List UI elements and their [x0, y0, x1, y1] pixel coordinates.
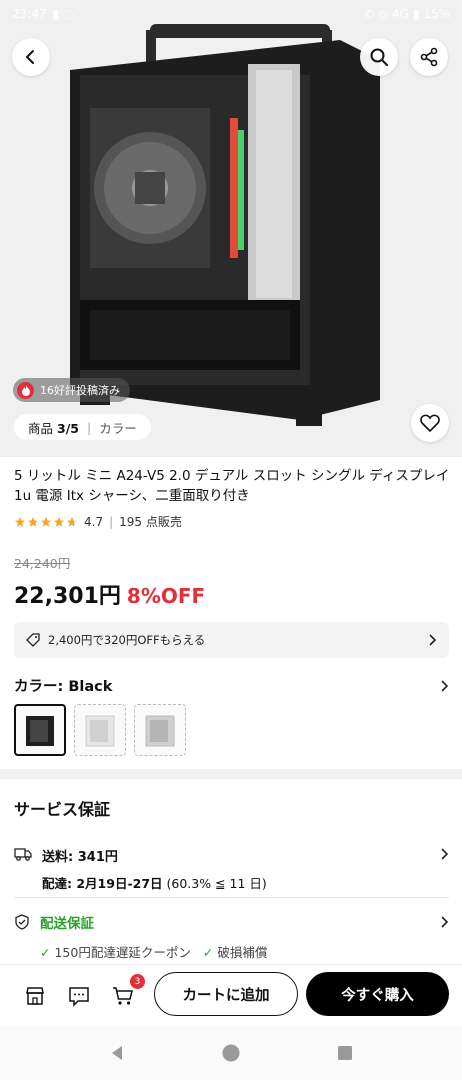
search-icon	[370, 48, 388, 66]
star-icon	[41, 516, 51, 527]
share-button[interactable]	[410, 38, 448, 76]
star-icon	[67, 516, 77, 527]
reviews-badge[interactable]: 16好評投稿済み	[13, 378, 130, 402]
guarantee-items: ✓ 150円配達遅延クーポン ✓ 破損補償	[40, 942, 267, 961]
swatch-white[interactable]	[74, 704, 126, 756]
truck-icon	[14, 848, 32, 861]
star-icon	[15, 516, 25, 527]
image-counter-pill[interactable]: 商品 3/5 | カラー	[14, 414, 151, 440]
color-tab[interactable]: カラー	[99, 418, 137, 437]
coupon-text: 2,400円で320円OFFもらえる	[48, 633, 206, 647]
current-price: 22,301円	[14, 584, 121, 609]
rating-value: 4.7	[84, 514, 104, 529]
case-black-thumbnail	[26, 716, 54, 746]
chevron-right-icon	[441, 848, 449, 860]
status-indicators-right: ✆ ◎ 4G ▮ 15%	[364, 7, 450, 21]
chat-button[interactable]	[66, 983, 92, 1009]
chevron-left-icon	[25, 50, 34, 64]
swatch-black[interactable]	[14, 704, 66, 756]
guarantee-item: ✓ 破損補償	[203, 942, 268, 961]
cart-count-badge: 3	[130, 974, 145, 989]
image-counter: 商品 3/5	[28, 418, 79, 437]
search-button[interactable]	[360, 38, 398, 76]
color-label: カラー: Black	[14, 679, 113, 695]
store-icon	[26, 987, 44, 1005]
counter-value: 3/5	[57, 420, 79, 436]
cart-icon	[113, 987, 133, 1005]
discount-badge: 8%OFF	[126, 584, 206, 608]
nav-recents-icon[interactable]	[336, 1044, 354, 1062]
check-icon: ✓	[202, 945, 214, 960]
store-button[interactable]	[22, 983, 48, 1009]
service-section-title: サービス保証	[14, 800, 111, 819]
shipping-row[interactable]: 送料: 341円 配達: 2月19日-27日 (60.3% ≦ 11 日)	[14, 846, 449, 892]
star-rating	[14, 516, 78, 528]
product-image-gallery[interactable]: 16好評投稿済み 商品 3/5 | カラー	[0, 0, 462, 457]
shield-check-icon	[15, 914, 29, 930]
delivery-label: 配達:	[42, 876, 77, 891]
coupon-bar[interactable]: 2,400円で320円OFFもらえる	[14, 622, 449, 658]
fire-icon	[17, 381, 34, 399]
rating-row[interactable]: 4.7 | 195 点販売	[14, 513, 182, 530]
add-to-cart-button[interactable]: カートに追加	[154, 972, 298, 1016]
counter-label: 商品	[28, 420, 54, 436]
swatch-silver[interactable]	[134, 704, 186, 756]
color-selector-header[interactable]: カラー: Black	[14, 675, 449, 696]
chat-icon	[69, 987, 89, 1007]
shipping-fee: 送料: 341円	[42, 850, 118, 865]
nav-back-icon[interactable]	[108, 1044, 126, 1062]
star-icon	[54, 516, 64, 527]
guarantee-item-label: 150円配達遅延クーポン	[54, 945, 191, 960]
rating-separator: |	[109, 514, 114, 529]
chevron-right-icon	[441, 679, 449, 692]
case-silver-thumbnail	[145, 715, 175, 747]
delivery-dates: 2月19日-27日	[76, 876, 163, 891]
reviews-badge-text: 16好評投稿済み	[40, 384, 120, 397]
buy-now-button[interactable]: 今すぐ購入	[306, 972, 449, 1016]
status-bar: 23:47 ▮ ◌ ✆ ◎ 4G ▮ 15%	[0, 0, 462, 28]
heart-icon	[420, 414, 440, 432]
chevron-right-icon	[441, 916, 449, 928]
delivery-guarantee-row[interactable]: 配送保証	[14, 912, 449, 932]
tag-icon	[26, 633, 40, 647]
nav-home-icon[interactable]	[221, 1043, 241, 1063]
share-icon	[420, 47, 438, 67]
guarantee-item: ✓ 150円配達遅延クーポン	[40, 942, 191, 961]
check-icon: ✓	[40, 945, 51, 960]
delivery-info: 配達: 2月19日-27日 (60.3% ≦ 11 日)	[42, 873, 267, 892]
favorite-button[interactable]	[411, 404, 449, 442]
product-title: 5 リットル ミニ A24-V5 2.0 デュアル スロット シングル ディスプ…	[14, 468, 450, 504]
star-icon	[28, 516, 38, 527]
case-white-thumbnail	[85, 715, 115, 747]
status-indicators-left: ▮ ◌	[52, 7, 74, 21]
back-button[interactable]	[12, 38, 50, 76]
delivery-rate: (60.3% ≦ 11 日)	[162, 876, 267, 891]
color-swatches	[14, 704, 186, 756]
price-row: 22,301円 8%OFF	[14, 578, 205, 610]
status-time: 23:47	[12, 7, 47, 21]
guarantee-item-label: 破損補償	[217, 945, 268, 960]
original-price: 24,240円	[14, 556, 71, 571]
sold-count: 195 点販売	[119, 515, 182, 529]
system-nav-bar	[0, 1026, 462, 1080]
guarantee-title: 配送保証	[40, 916, 94, 932]
chevron-right-icon	[429, 634, 437, 646]
counter-separator: |	[86, 419, 92, 435]
section-divider	[0, 769, 462, 779]
row-divider	[14, 897, 449, 898]
